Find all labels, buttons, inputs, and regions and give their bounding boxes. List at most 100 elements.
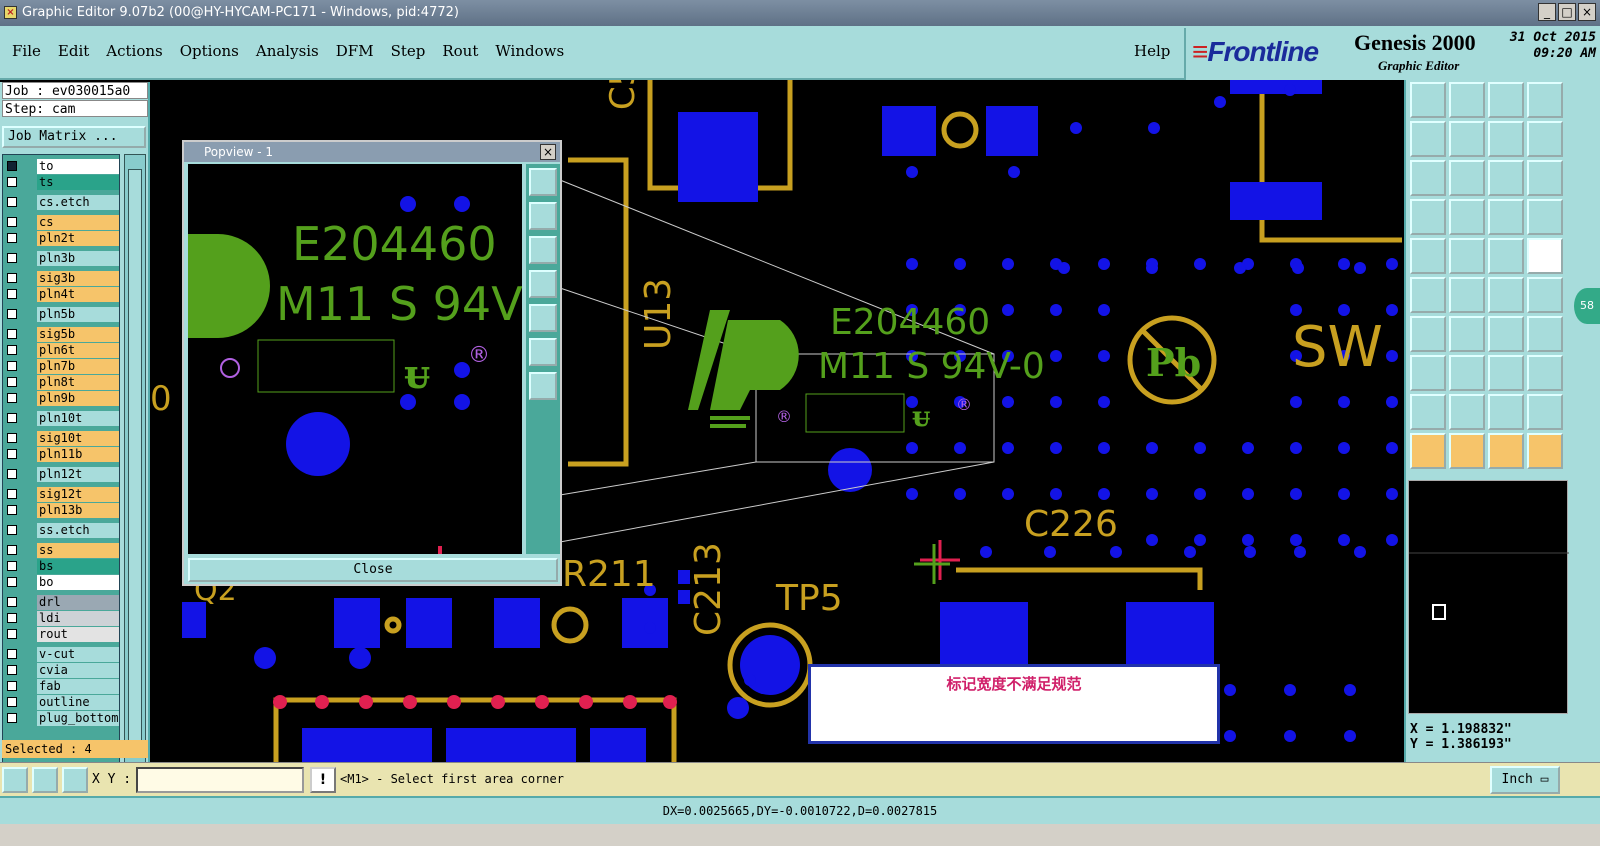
layer-row-to[interactable]: to: [3, 159, 119, 174]
layer-name[interactable]: cs.etch: [37, 195, 119, 210]
layer-row-bo[interactable]: bo: [3, 575, 119, 590]
layer-checkbox[interactable]: [7, 161, 17, 171]
layer-name[interactable]: pln13b: [37, 503, 119, 518]
net-icon[interactable]: [1527, 199, 1563, 235]
layer-checkbox[interactable]: [7, 681, 17, 691]
layer-checkbox[interactable]: [7, 649, 17, 659]
layer-checkbox[interactable]: [7, 273, 17, 283]
layer-checkbox[interactable]: [7, 665, 17, 675]
layer-row-pln8t[interactable]: pln8t: [3, 375, 119, 390]
menu-file[interactable]: File: [12, 42, 41, 60]
layer-name[interactable]: v-cut: [37, 647, 119, 662]
layer-checkbox[interactable]: [7, 561, 17, 571]
layer-row-sig12t[interactable]: sig12t: [3, 487, 119, 502]
layer-checkbox[interactable]: [7, 449, 17, 459]
redraw-icon[interactable]: [1488, 121, 1524, 157]
layer-row-cs.etch[interactable]: cs.etch: [3, 195, 119, 210]
maximize-icon[interactable]: □: [1558, 3, 1576, 21]
help-icon[interactable]: [1527, 160, 1563, 196]
layer-checkbox[interactable]: [7, 393, 17, 403]
select-poly-icon[interactable]: [1488, 433, 1524, 469]
layer-checkbox[interactable]: [7, 361, 17, 371]
layer-row-v-cut[interactable]: v-cut: [3, 647, 119, 662]
zoom-fit-icon[interactable]: [1410, 160, 1446, 196]
menu-step[interactable]: Step: [391, 42, 426, 60]
exclamation-button[interactable]: !: [310, 767, 336, 793]
layer-row-pln12t[interactable]: pln12t: [3, 467, 119, 482]
move-icon[interactable]: [1488, 277, 1524, 313]
node-icon[interactable]: [1410, 355, 1446, 391]
layer-checkbox[interactable]: [7, 469, 17, 479]
layer-checkbox[interactable]: [7, 489, 17, 499]
layer-row-ldi[interactable]: ldi: [3, 611, 119, 626]
layer-row-pln6t[interactable]: pln6t: [3, 343, 119, 358]
layer-name[interactable]: pln6t: [37, 343, 119, 358]
delete-icon[interactable]: [1449, 277, 1485, 313]
pad-add-icon[interactable]: [1410, 238, 1446, 274]
pan-left-icon[interactable]: [1410, 121, 1446, 157]
route-icon[interactable]: [1527, 433, 1563, 469]
layer-name[interactable]: drl: [37, 595, 119, 610]
layer-row-fab[interactable]: fab: [3, 679, 119, 694]
line-add-icon[interactable]: [1449, 238, 1485, 274]
layer-checkbox[interactable]: [7, 197, 17, 207]
layer-checkbox[interactable]: [7, 433, 17, 443]
hatch-icon[interactable]: [1527, 394, 1563, 430]
menu-help[interactable]: Help: [1134, 42, 1170, 60]
close-icon[interactable]: ×: [1578, 3, 1596, 21]
layer-checkbox[interactable]: [7, 309, 17, 319]
popview-fit-icon[interactable]: [529, 338, 557, 366]
layer-checkbox[interactable]: [7, 525, 17, 535]
ruler-icon[interactable]: [1488, 238, 1524, 274]
copy-icon[interactable]: [1527, 277, 1563, 313]
layer-row-pln7b[interactable]: pln7b: [3, 359, 119, 374]
popview-view[interactable]: E204460 M11 S 94V-0 ® ᵾ: [188, 164, 522, 554]
layer-name[interactable]: ts: [37, 175, 119, 190]
layer-checkbox[interactable]: [7, 597, 17, 607]
layer-name[interactable]: pln3b: [37, 251, 119, 266]
layer-row-pln10t[interactable]: pln10t: [3, 411, 119, 426]
angle-mode-icon[interactable]: [32, 767, 58, 793]
layer-name[interactable]: cs: [37, 215, 119, 230]
layer-row-sig10t[interactable]: sig10t: [3, 431, 119, 446]
xy-input[interactable]: [136, 767, 304, 793]
layer-name[interactable]: to: [37, 159, 119, 174]
select-box-icon[interactable]: [1449, 433, 1485, 469]
menu-rout[interactable]: Rout: [442, 42, 478, 60]
layer-checkbox[interactable]: [7, 233, 17, 243]
menu-dfm[interactable]: DFM: [336, 42, 374, 60]
zoom-window-icon[interactable]: [1527, 82, 1563, 118]
layer-row-pln9b[interactable]: pln9b: [3, 391, 119, 406]
layer-row-bs[interactable]: bs: [3, 559, 119, 574]
layer-name[interactable]: pln9b: [37, 391, 119, 406]
grid-mode-icon[interactable]: [62, 767, 88, 793]
layer-name[interactable]: ss: [37, 543, 119, 558]
layer-checkbox[interactable]: [7, 289, 17, 299]
layer-scrollbar[interactable]: [124, 154, 146, 764]
layer-row-ss.etch[interactable]: ss.etch: [3, 523, 119, 538]
layer-name[interactable]: sig3b: [37, 271, 119, 286]
layer-name[interactable]: ss.etch: [37, 523, 119, 538]
layer-name[interactable]: pln4t: [37, 287, 119, 302]
popview-window[interactable]: Popview - 1 × E204460 M11 S 94V-0 ® ᵾ: [182, 140, 562, 586]
layer-name[interactable]: fab: [37, 679, 119, 694]
layer-name[interactable]: pln10t: [37, 411, 119, 426]
layer-row-cvia[interactable]: cvia: [3, 663, 119, 678]
layer-checkbox[interactable]: [7, 697, 17, 707]
cut-icon[interactable]: [1449, 316, 1485, 352]
unit-selector[interactable]: Inch ▭: [1490, 766, 1560, 794]
menu-windows[interactable]: Windows: [495, 42, 564, 60]
snap-icon[interactable]: [1527, 121, 1563, 157]
layer-checkbox[interactable]: [7, 345, 17, 355]
layer-name[interactable]: sig10t: [37, 431, 119, 446]
layer-row-sig3b[interactable]: sig3b: [3, 271, 119, 286]
step-down-icon[interactable]: [1449, 82, 1485, 118]
arch-icon[interactable]: [1488, 394, 1524, 430]
layer-checkbox[interactable]: [7, 713, 17, 723]
job-matrix-button[interactable]: Job Matrix ...: [2, 126, 146, 148]
zoom-center-icon[interactable]: [1449, 160, 1485, 196]
popview-canvas[interactable]: E204460 M11 S 94V-0 ® ᵾ: [188, 164, 522, 554]
arc-icon[interactable]: [1488, 316, 1524, 352]
layer-row-ss[interactable]: ss: [3, 543, 119, 558]
layer-checkbox[interactable]: [7, 505, 17, 515]
